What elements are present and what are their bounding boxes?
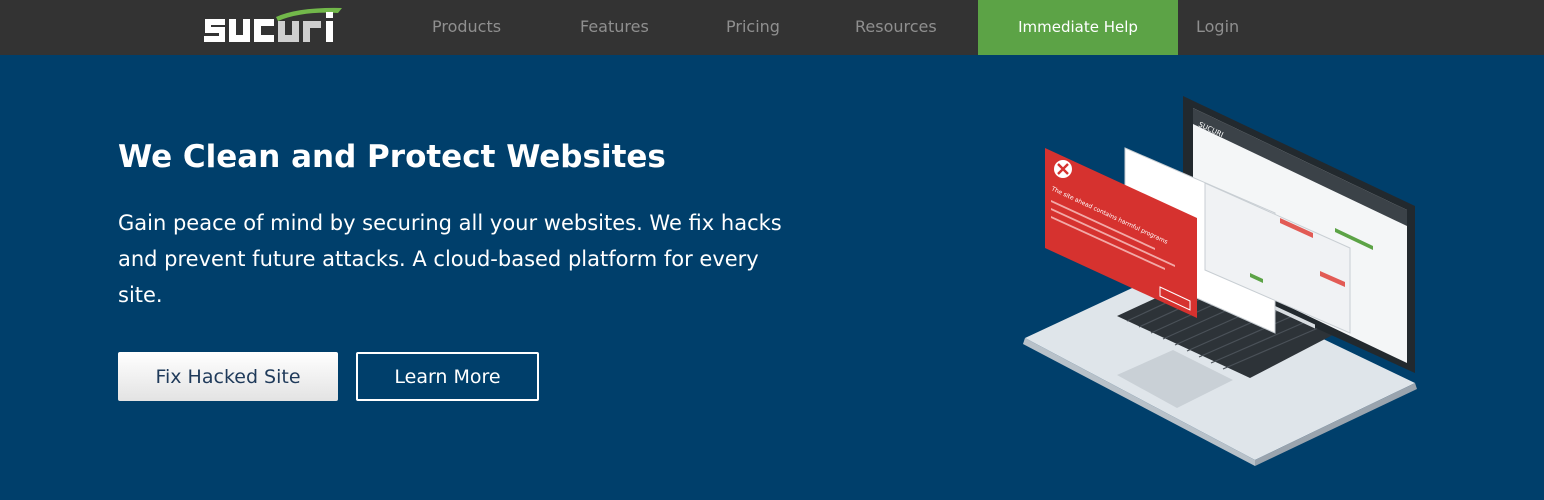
fix-hacked-site-button[interactable]: Fix Hacked Site: [118, 352, 338, 401]
sucuri-logo[interactable]: [203, 6, 348, 48]
top-navigation-bar: Products Features Pricing Resources Imme…: [0, 0, 1544, 55]
hero-title: We Clean and Protect Websites: [118, 139, 666, 175]
laptop-icon: SUCURI The site ahead contains harmful p…: [1023, 96, 1417, 466]
nav-item-products[interactable]: Products: [432, 0, 501, 55]
sucuri-logo-icon: [204, 7, 342, 42]
immediate-help-button[interactable]: Immediate Help: [978, 0, 1178, 55]
laptop-illustration: SUCURI The site ahead contains harmful p…: [1005, 88, 1435, 468]
nav-item-login[interactable]: Login: [1196, 0, 1239, 55]
learn-more-button[interactable]: Learn More: [356, 352, 539, 401]
nav-item-pricing[interactable]: Pricing: [726, 0, 780, 55]
nav-item-features[interactable]: Features: [580, 0, 649, 55]
hero-description: Gain peace of mind by securing all your …: [118, 211, 782, 307]
nav-item-resources[interactable]: Resources: [855, 0, 937, 55]
